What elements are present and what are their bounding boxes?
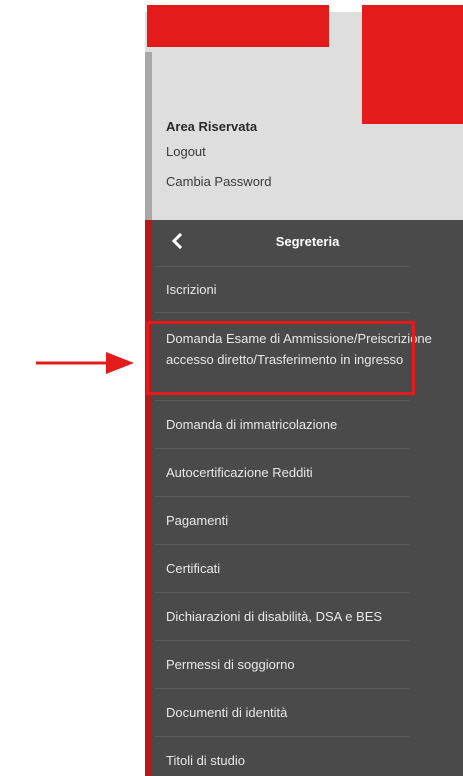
menu-red-edge — [145, 220, 152, 776]
menu-item-iscrizioni[interactable]: Iscrizioni — [152, 266, 463, 312]
menu-item-label: Certificati — [166, 561, 221, 576]
menu-item-permessi[interactable]: Permessi di soggiorno — [152, 640, 463, 688]
logout-link[interactable]: Logout — [166, 142, 272, 172]
menu-item-disabilita[interactable]: Dichiarazioni di disabilità, DSA e BES — [152, 592, 463, 640]
menu-item-label: Permessi di soggiorno — [166, 657, 295, 672]
user-area: Area Riservata Logout Cambia Password — [166, 118, 272, 202]
redacted-block-right — [362, 5, 463, 124]
menu-item-label: Titoli di studio — [166, 753, 245, 768]
menu-item-label: Domanda di immatricolazione — [166, 417, 338, 432]
menu-item-titoli[interactable]: Titoli di studio — [152, 736, 463, 776]
side-stripe — [145, 52, 152, 220]
menu-item-label: Documenti di identità — [166, 705, 288, 720]
menu-item-certificati[interactable]: Certificati — [152, 544, 463, 592]
menu-title: Segreteria — [275, 234, 340, 249]
menu-item-documenti[interactable]: Documenti di identità — [152, 688, 463, 736]
menu-item-label: Iscrizioni — [166, 282, 217, 297]
menu-item-label: Autocertificazione Redditi — [166, 465, 313, 480]
arrow-right-icon — [36, 352, 134, 374]
secretariat-menu: Segreteria Iscrizioni Domanda Esame di A… — [145, 220, 463, 776]
redacted-block-left — [147, 5, 329, 47]
menu-item-autocertificazione[interactable]: Autocertificazione Redditi — [152, 448, 463, 496]
menu-header: Segreteria — [152, 220, 463, 266]
menu-item-pagamenti[interactable]: Pagamenti — [152, 496, 463, 544]
change-password-link[interactable]: Cambia Password — [166, 172, 272, 202]
menu-item-label: Dichiarazioni di disabilità, DSA e BES — [166, 609, 383, 624]
menu-item-immatricolazione[interactable]: Domanda di immatricolazione — [152, 400, 463, 448]
header-area: Area Riservata Logout Cambia Password — [145, 5, 463, 220]
highlight-box — [146, 321, 415, 395]
menu-item-label: Pagamenti — [166, 513, 229, 528]
reserved-area-title: Area Riservata — [166, 119, 258, 134]
